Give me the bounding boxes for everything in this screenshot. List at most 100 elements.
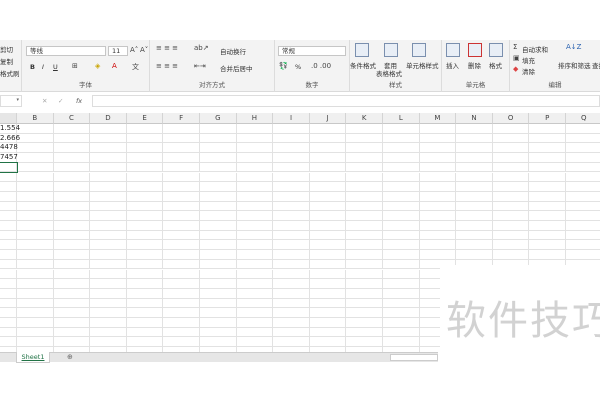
insert-function-icon[interactable]: fx bbox=[76, 97, 82, 105]
cell[interactable] bbox=[200, 201, 237, 212]
cell[interactable] bbox=[273, 162, 310, 173]
cell[interactable] bbox=[17, 250, 54, 260]
name-box[interactable]: ▾ bbox=[0, 95, 22, 107]
cell[interactable] bbox=[53, 162, 91, 173]
cell[interactable] bbox=[346, 288, 383, 299]
underline-button[interactable]: U bbox=[53, 63, 58, 71]
cell-a16[interactable] bbox=[0, 269, 17, 280]
cell[interactable] bbox=[566, 153, 600, 163]
cell[interactable] bbox=[200, 327, 237, 338]
cell[interactable] bbox=[53, 298, 91, 309]
cell[interactable] bbox=[309, 153, 347, 163]
cell[interactable] bbox=[236, 269, 274, 280]
cell[interactable] bbox=[163, 337, 200, 348]
wrap-text-button[interactable]: 自动换行 bbox=[220, 46, 246, 56]
sort-filter-button[interactable]: 排序和筛选 bbox=[558, 60, 591, 70]
cell[interactable] bbox=[456, 230, 493, 241]
cell[interactable] bbox=[236, 298, 274, 309]
cell[interactable] bbox=[456, 153, 493, 163]
cell-a10[interactable] bbox=[0, 211, 17, 221]
cell[interactable] bbox=[53, 259, 91, 270]
cell[interactable] bbox=[90, 162, 127, 173]
font-size-select[interactable]: 11 bbox=[108, 46, 128, 56]
cell[interactable] bbox=[456, 143, 493, 154]
cell[interactable] bbox=[273, 153, 310, 163]
cell-a3[interactable]: 4478 bbox=[0, 143, 18, 154]
cell[interactable] bbox=[200, 288, 237, 299]
cell[interactable] bbox=[126, 143, 164, 154]
cell[interactable] bbox=[90, 191, 127, 202]
cell-a2[interactable]: 2.666 bbox=[0, 133, 20, 144]
cell[interactable] bbox=[53, 250, 91, 260]
cell[interactable] bbox=[200, 298, 237, 309]
cell[interactable] bbox=[273, 240, 310, 251]
cell[interactable] bbox=[236, 201, 274, 212]
cell[interactable] bbox=[346, 250, 383, 260]
cell[interactable] bbox=[309, 201, 347, 212]
cell[interactable] bbox=[566, 221, 600, 231]
cell-a20[interactable] bbox=[0, 308, 17, 318]
cell[interactable] bbox=[273, 133, 310, 144]
cell[interactable] bbox=[273, 221, 310, 231]
cell[interactable] bbox=[126, 162, 164, 173]
cell[interactable] bbox=[456, 191, 493, 202]
cell[interactable] bbox=[492, 191, 530, 202]
cell[interactable] bbox=[309, 191, 347, 202]
cell[interactable] bbox=[566, 211, 600, 221]
cell[interactable] bbox=[53, 288, 91, 299]
cell[interactable] bbox=[17, 201, 54, 212]
cell[interactable] bbox=[53, 153, 91, 163]
cell[interactable] bbox=[529, 221, 566, 231]
cell[interactable] bbox=[17, 230, 54, 241]
cell[interactable] bbox=[126, 201, 164, 212]
cell[interactable] bbox=[492, 230, 530, 241]
cell[interactable] bbox=[529, 211, 566, 221]
italic-button[interactable]: I bbox=[42, 63, 44, 71]
cell[interactable] bbox=[492, 143, 530, 154]
cell[interactable] bbox=[309, 211, 347, 221]
cell[interactable] bbox=[17, 191, 54, 202]
cell[interactable] bbox=[53, 191, 91, 202]
cell[interactable] bbox=[163, 298, 200, 309]
cell[interactable] bbox=[236, 240, 274, 251]
cell-a19[interactable] bbox=[0, 298, 17, 309]
cell[interactable] bbox=[126, 221, 164, 231]
cell[interactable] bbox=[346, 133, 383, 144]
cell[interactable] bbox=[456, 133, 493, 144]
cell[interactable] bbox=[200, 250, 237, 260]
font-name-select[interactable]: 等线 bbox=[26, 46, 106, 56]
cell[interactable] bbox=[273, 279, 310, 289]
cell[interactable] bbox=[163, 250, 200, 260]
cell[interactable] bbox=[163, 124, 200, 134]
cell[interactable] bbox=[163, 269, 200, 280]
cell[interactable] bbox=[90, 308, 127, 318]
cell-styles-button[interactable]: 单元格样式 bbox=[406, 60, 439, 70]
cell[interactable] bbox=[90, 279, 127, 289]
cell[interactable] bbox=[17, 172, 54, 183]
cell[interactable] bbox=[53, 279, 91, 289]
cell-a5[interactable] bbox=[0, 161, 18, 174]
cell[interactable] bbox=[90, 318, 127, 328]
cell[interactable] bbox=[346, 221, 383, 231]
cell[interactable] bbox=[200, 269, 237, 280]
column-header-n[interactable]: N bbox=[456, 113, 493, 124]
cell[interactable] bbox=[17, 133, 54, 144]
cell[interactable] bbox=[236, 230, 274, 241]
cell[interactable] bbox=[309, 172, 347, 183]
cell-a8[interactable] bbox=[0, 191, 17, 202]
cell[interactable] bbox=[53, 182, 91, 192]
cell[interactable] bbox=[200, 221, 237, 231]
cell[interactable] bbox=[273, 298, 310, 309]
cell[interactable] bbox=[383, 308, 420, 318]
cell[interactable] bbox=[273, 211, 310, 221]
cell[interactable] bbox=[492, 162, 530, 173]
cell[interactable] bbox=[383, 211, 420, 221]
cell[interactable] bbox=[236, 172, 274, 183]
cell[interactable] bbox=[383, 162, 420, 173]
cell[interactable] bbox=[163, 318, 200, 328]
cell[interactable] bbox=[163, 308, 200, 318]
cell[interactable] bbox=[126, 133, 164, 144]
cell[interactable] bbox=[53, 143, 91, 154]
cell[interactable] bbox=[273, 327, 310, 338]
border-icon[interactable]: ⊞ bbox=[72, 62, 78, 70]
